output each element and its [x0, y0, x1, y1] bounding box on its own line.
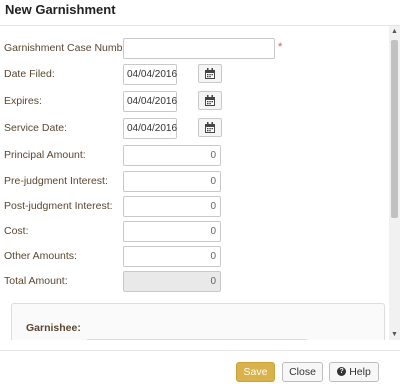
- vertical-scrollbar[interactable]: ▲ ▼: [389, 26, 400, 340]
- footer-divider: [0, 350, 400, 351]
- case-number-label: Garnishment Case Number:: [4, 42, 135, 54]
- service-date-input[interactable]: 04/04/2016: [123, 118, 177, 139]
- dialog-title: New Garnishment: [5, 2, 116, 17]
- scroll-down-arrow-icon[interactable]: ▼: [389, 329, 400, 340]
- service-date-label: Service Date:: [4, 122, 68, 134]
- help-button[interactable]: ? Help: [329, 362, 379, 382]
- row-prejudgment-interest: Pre-judgment Interest: 0: [0, 171, 389, 193]
- postjudgment-interest-input[interactable]: 0: [123, 196, 221, 217]
- garnishee-field-edge: [87, 339, 307, 340]
- scroll-up-arrow-icon[interactable]: ▲: [389, 26, 400, 37]
- cost-input[interactable]: 0: [123, 221, 221, 242]
- case-number-input[interactable]: [123, 38, 275, 59]
- other-amounts-input[interactable]: 0: [123, 246, 221, 267]
- question-circle-icon: ?: [337, 366, 347, 376]
- calendar-icon: [205, 122, 215, 133]
- total-amount-field: 0: [123, 271, 221, 292]
- principal-amount-input[interactable]: 0: [123, 145, 221, 166]
- row-expires: Expires: 04/04/2016: [0, 91, 389, 113]
- prejudgment-interest-label: Pre-judgment Interest:: [4, 175, 108, 187]
- prejudgment-interest-input[interactable]: 0: [123, 171, 221, 192]
- expires-calendar-button[interactable]: [198, 91, 222, 110]
- garnishee-panel: Garnishee:: [11, 303, 385, 340]
- date-filed-label: Date Filed:: [4, 68, 55, 80]
- principal-amount-label: Principal Amount:: [4, 149, 86, 161]
- close-button[interactable]: Close: [282, 362, 323, 382]
- expires-input[interactable]: 04/04/2016: [123, 91, 177, 112]
- row-postjudgment-interest: Post-judgment Interest: 0: [0, 196, 389, 218]
- row-other-amounts: Other Amounts: 0: [0, 246, 389, 268]
- row-cost: Cost: 0: [0, 221, 389, 243]
- required-marker: *: [278, 41, 283, 53]
- service-date-calendar-button[interactable]: [198, 118, 222, 137]
- postjudgment-interest-label: Post-judgment Interest:: [4, 200, 113, 212]
- date-filed-input[interactable]: 04/04/2016: [123, 64, 177, 85]
- expires-label: Expires:: [4, 95, 42, 107]
- scrollbar-thumb[interactable]: [391, 40, 398, 218]
- row-date-filed: Date Filed: 04/04/2016: [0, 64, 389, 86]
- garnishee-label: Garnishee:: [26, 322, 81, 334]
- calendar-icon: [205, 68, 215, 79]
- cost-label: Cost:: [4, 225, 29, 237]
- help-button-label: Help: [349, 366, 371, 378]
- save-button[interactable]: Save: [236, 362, 275, 382]
- row-principal-amount: Principal Amount: 0: [0, 145, 389, 167]
- row-service-date: Service Date: 04/04/2016: [0, 118, 389, 140]
- form-scroll-area: Garnishment Case Number: * Date Filed: 0…: [0, 26, 389, 340]
- row-total-amount: Total Amount: 0: [0, 271, 389, 293]
- calendar-icon: [205, 95, 215, 106]
- total-amount-label: Total Amount:: [4, 275, 68, 287]
- other-amounts-label: Other Amounts:: [4, 250, 77, 262]
- date-filed-calendar-button[interactable]: [198, 64, 222, 83]
- row-case-number: Garnishment Case Number: *: [0, 38, 389, 60]
